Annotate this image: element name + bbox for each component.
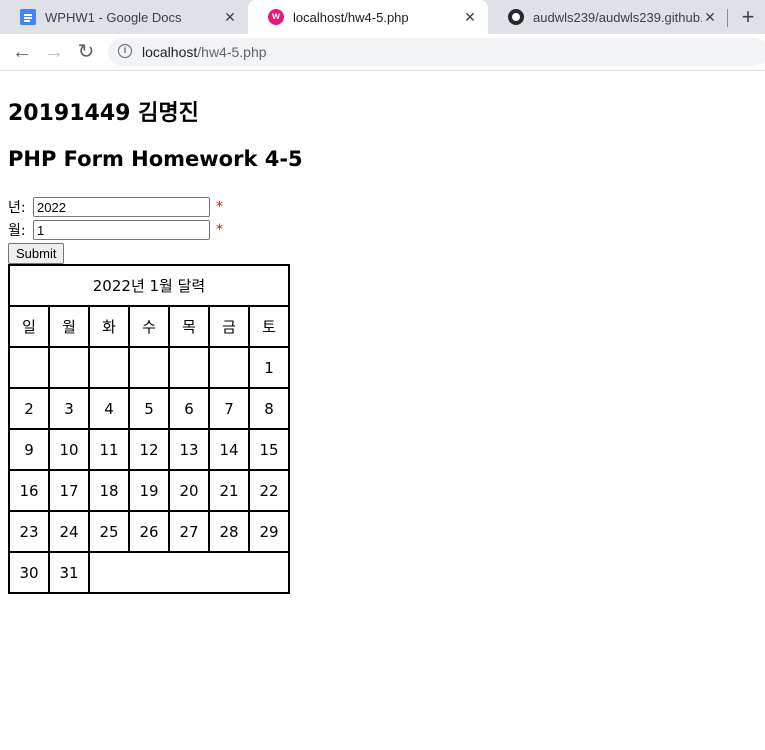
weekday-header: 토	[248, 305, 290, 348]
day-cell: 16	[8, 469, 50, 512]
day-cell: 8	[248, 387, 290, 430]
weekday-header: 화	[88, 305, 130, 348]
day-cell: 3	[48, 387, 90, 430]
day-cell: 9	[8, 428, 50, 471]
tab-title: localhost/hw4-5.php	[293, 9, 409, 25]
tab-github[interactable]: audwls239/audwls239.github.io ✕	[488, 0, 728, 34]
reload-icon[interactable]: ↻	[74, 40, 98, 64]
forward-icon[interactable]: →	[42, 40, 66, 64]
month-label: 월:	[8, 223, 26, 239]
month-row: 월: *	[8, 220, 223, 240]
weekday-header: 목	[168, 305, 210, 348]
day-cell: 18	[88, 469, 130, 512]
back-icon[interactable]: ←	[10, 40, 34, 64]
day-cell: 11	[88, 428, 130, 471]
week-row: 23 24 25 26 27 28 29	[8, 510, 290, 553]
tab-title: audwls239/audwls239.github.io	[533, 9, 702, 25]
day-cell	[88, 346, 130, 389]
info-icon[interactable]: i	[118, 44, 132, 58]
address-bar[interactable]: i localhost/hw4-5.php	[108, 38, 765, 66]
required-mark: *	[216, 199, 223, 215]
github-icon	[508, 9, 524, 25]
google-docs-icon	[20, 9, 36, 25]
month-input[interactable]	[33, 220, 210, 240]
page-heading: 20191449 김명진	[8, 101, 199, 126]
day-cell: 31	[48, 551, 90, 594]
week-row: 1	[8, 346, 290, 389]
week-row: 30 31	[8, 551, 290, 594]
day-cell: 28	[208, 510, 250, 553]
close-tab-icon[interactable]: ✕	[222, 9, 238, 25]
year-input[interactable]	[33, 197, 210, 217]
day-cell: 6	[168, 387, 210, 430]
day-cell: 17	[48, 469, 90, 512]
page-subheading: PHP Form Homework 4-5	[8, 147, 303, 171]
day-cell: 7	[208, 387, 250, 430]
day-cell: 30	[8, 551, 50, 594]
day-cell: 10	[48, 428, 90, 471]
day-cell	[48, 346, 90, 389]
weekday-header: 월	[48, 305, 90, 348]
day-cell: 26	[128, 510, 170, 553]
url-text[interactable]: localhost/hw4-5.php	[142, 38, 267, 66]
year-label: 년:	[8, 200, 26, 216]
weekday-header: 수	[128, 305, 170, 348]
calendar-caption: 2022년 1월 달력	[8, 264, 290, 307]
week-row: 9 10 11 12 13 14 15	[8, 428, 290, 471]
day-cell: 25	[88, 510, 130, 553]
tab-strip: WPHW1 - Google Docs ✕ w localhost/hw4-5.…	[0, 0, 765, 34]
day-cell: 22	[248, 469, 290, 512]
tab-title: WPHW1 - Google Docs	[45, 9, 182, 25]
day-cell	[208, 346, 250, 389]
day-cell	[168, 346, 210, 389]
day-cell: 15	[248, 428, 290, 471]
day-cell: 4	[88, 387, 130, 430]
week-row: 2 3 4 5 6 7 8	[8, 387, 290, 430]
day-cell: 24	[48, 510, 90, 553]
weekday-header: 일	[8, 305, 50, 348]
week-row: 16 17 18 19 20 21 22	[8, 469, 290, 512]
close-tab-icon[interactable]: ✕	[702, 9, 718, 25]
day-cell: 23	[8, 510, 50, 553]
day-cell: 5	[128, 387, 170, 430]
day-cell: 27	[168, 510, 210, 553]
tab-google-docs[interactable]: WPHW1 - Google Docs ✕	[0, 0, 248, 34]
tab-separator	[727, 9, 728, 27]
day-cell: 19	[128, 469, 170, 512]
tab-localhost[interactable]: w localhost/hw4-5.php ✕	[248, 0, 488, 34]
close-tab-icon[interactable]: ✕	[462, 9, 478, 25]
day-cell	[8, 346, 50, 389]
day-cell: 21	[208, 469, 250, 512]
day-cell	[128, 346, 170, 389]
wampserver-icon: w	[268, 9, 284, 25]
browser-toolbar: ← → ↻ i localhost/hw4-5.php	[0, 34, 765, 71]
day-cell: 29	[248, 510, 290, 553]
empty-cell	[88, 551, 290, 594]
day-cell: 12	[128, 428, 170, 471]
new-tab-button[interactable]: +	[738, 6, 758, 28]
weekday-header: 금	[208, 305, 250, 348]
required-mark: *	[216, 222, 223, 238]
year-row: 년: *	[8, 197, 223, 217]
submit-button[interactable]: Submit	[8, 243, 65, 264]
day-cell: 13	[168, 428, 210, 471]
weekday-row: 일 월 화 수 목 금 토	[8, 305, 290, 348]
calendar-table: 2022년 1월 달력 일 월 화 수 목 금 토 1 2 3 4 5 6 7	[8, 264, 290, 594]
day-cell: 1	[248, 346, 290, 389]
day-cell: 20	[168, 469, 210, 512]
day-cell: 2	[8, 387, 50, 430]
day-cell: 14	[208, 428, 250, 471]
